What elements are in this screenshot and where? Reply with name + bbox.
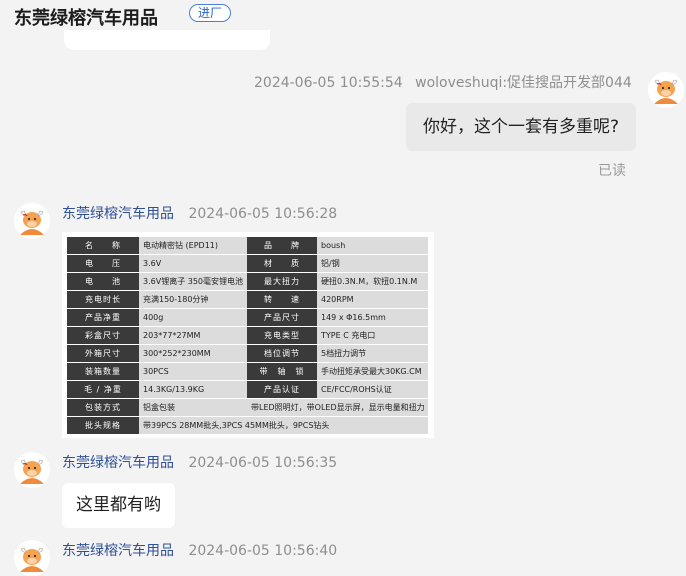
spec-row: 批头规格 带39PCS 28MM批头,3PCS 45MM批头，9PCS钻头 (67, 416, 428, 435)
spec-value: 铝/钢 (317, 254, 428, 273)
spec-value: 带39PCS 28MM批头,3PCS 45MM批头，9PCS钻头 (139, 416, 428, 435)
spec-label: 产品尺寸 (247, 308, 317, 327)
spec-value: 5档扭力调节 (317, 344, 428, 363)
bull-mascot-icon (648, 72, 684, 108)
sender-name: woloveshuqi:促佳搜品开发部044 (415, 75, 632, 91)
message-time: 2024-06-05 10:56:35 (188, 455, 338, 471)
bull-mascot-icon (14, 540, 50, 576)
spec-row: 产品净重 400g 产品尺寸 149 x Φ16.5mm (67, 308, 428, 327)
message-meta: 东莞绿榕汽车用品 2024-06-05 10:56:28 (62, 203, 337, 223)
spec-row: 充电时长 充满150-180分钟转 速 420RPM (67, 290, 428, 309)
spec-value: 14.3KG/13.9KG (139, 380, 247, 399)
spec-value: 3.6V (139, 254, 247, 273)
spec-label: 产品净重 (67, 308, 139, 327)
previous-message-card (64, 30, 270, 50)
spec-value: 149 x Φ16.5mm (317, 308, 428, 327)
spec-label: 带 轴 锁 (247, 362, 317, 381)
spec-label: 外箱尺寸 (67, 344, 139, 363)
spec-row: 毛 / 净重 14.3KG/13.9KG 产品认证 CE/FCC/ROHS认证 (67, 380, 428, 399)
message-time: 2024-06-05 10:55:54 (254, 75, 403, 91)
read-status: 已读 (598, 163, 626, 179)
spec-value: 带LED照明灯，带OLED显示屏，显示电量和扭力 (247, 398, 428, 417)
spec-row: 电 池 3.6V锂离子 350毫安锂电池 最大扭力 硬扭0.3N.M，软扭0.1N.M (67, 272, 428, 291)
spec-label: 材 质 (247, 254, 317, 273)
spec-row: 包装方式 铝盒包装 带LED照明灯，带OLED显示屏，显示电量和扭力 (67, 398, 428, 417)
spec-row: 外箱尺寸 300*252*230MM 档位调节 5档扭力调节 (67, 344, 428, 363)
spec-label: 电 压 (67, 254, 139, 273)
spec-value: 420RPM (317, 290, 428, 309)
message-time: 2024-06-05 10:56:28 (188, 206, 338, 222)
spec-label: 电 池 (67, 272, 139, 291)
message-meta: 东莞绿榕汽车用品 2024-06-05 10:56:40 (62, 540, 337, 560)
spec-value: 3.6V锂离子 350毫安锂电池 (139, 272, 247, 291)
spec-value: 203*77*27MM (139, 326, 247, 345)
spec-value: CE/FCC/ROHS认证 (317, 380, 428, 399)
spec-row: 彩盒尺寸 203*77*27MM 充电类型 TYPE C 充电口 (67, 326, 428, 345)
message-meta: 东莞绿榕汽车用品 2024-06-05 10:56:35 (62, 452, 337, 472)
shop-avatar[interactable] (14, 452, 50, 488)
spec-value: 电动精密钻 (EPD11) (139, 237, 247, 255)
enter-shop-button[interactable]: 进厂 (189, 4, 231, 22)
spec-value: 300*252*230MM (139, 344, 247, 363)
spec-label: 装箱数量 (67, 362, 139, 381)
shop-avatar[interactable] (14, 203, 50, 239)
spec-value: boush (317, 237, 428, 255)
spec-image[interactable]: 名 称电动精密钻 (EPD11) 品 牌 boush 电 压 3.6V 材 质铝/钢电 池… (62, 232, 434, 438)
bull-mascot-icon (14, 203, 50, 239)
spec-label: 品 牌 (247, 237, 317, 255)
spec-value: 400g (139, 308, 247, 327)
sender-name[interactable]: 东莞绿榕汽车用品 (62, 455, 174, 471)
spec-row: 装箱数量 30PCS 带 轴 锁手动扭矩承受最大30KG.CM (67, 362, 428, 381)
message-meta: 2024-06-05 10:55:54 woloveshuqi:促佳搜品开发部0… (254, 72, 632, 92)
spec-label: 毛 / 净重 (67, 380, 139, 399)
spec-value: 铝盒包装 (139, 398, 247, 417)
spec-label: 充电时长 (67, 290, 139, 309)
spec-label: 档位调节 (247, 344, 317, 363)
bull-mascot-icon (14, 452, 50, 488)
sender-name[interactable]: 东莞绿榕汽车用品 (62, 206, 174, 222)
spec-label: 彩盒尺寸 (67, 326, 139, 345)
shop-avatar[interactable] (14, 540, 50, 576)
spec-label: 转 速 (247, 290, 317, 309)
shop-name[interactable]: 东莞绿榕汽车用品 (14, 4, 158, 30)
message-time: 2024-06-05 10:56:40 (188, 543, 338, 559)
spec-table: 名 称电动精密钻 (EPD11) 品 牌 boush 电 压 3.6V 材 质铝/钢电 池… (67, 237, 428, 435)
spec-value: 硬扭0.3N.M，软扭0.1N.M (317, 272, 428, 291)
spec-label: 名 称 (67, 237, 139, 255)
spec-row: 名 称电动精密钻 (EPD11) 品 牌 boush (67, 237, 428, 255)
spec-label: 批头规格 (67, 416, 139, 435)
sender-name[interactable]: 东莞绿榕汽车用品 (62, 543, 174, 559)
message-bubble[interactable]: 这里都有哟 (62, 483, 175, 528)
spec-label: 充电类型 (247, 326, 317, 345)
spec-label: 产品认证 (247, 380, 317, 399)
spec-label: 最大扭力 (247, 272, 317, 291)
spec-value: 充满150-180分钟 (139, 290, 247, 309)
message-bubble[interactable]: 你好，这个一套有多重呢? (406, 103, 636, 151)
spec-row: 电 压 3.6V 材 质铝/钢 (67, 254, 428, 273)
spec-label: 包装方式 (67, 398, 139, 417)
chat-header: 东莞绿榕汽车用品 进厂 (0, 0, 686, 30)
user-avatar[interactable] (648, 72, 684, 108)
spec-value: 手动扭矩承受最大30KG.CM (317, 362, 428, 381)
spec-value: 30PCS (139, 362, 247, 381)
spec-value: TYPE C 充电口 (317, 326, 428, 345)
